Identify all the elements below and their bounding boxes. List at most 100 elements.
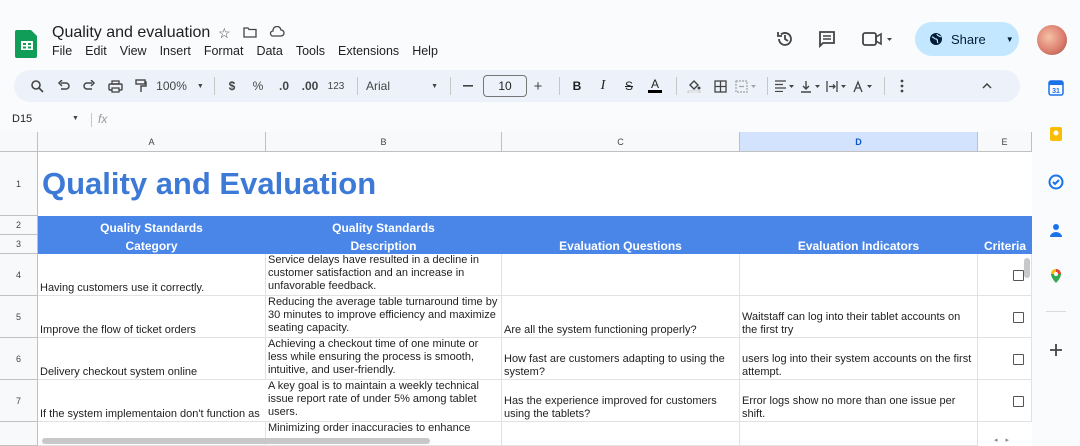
- format-percent-button[interactable]: %: [247, 74, 269, 98]
- cell-d7[interactable]: Error logs show no more than one issue p…: [740, 380, 978, 422]
- merge-cells-icon[interactable]: [735, 74, 757, 98]
- font-family-select[interactable]: Arial ▼: [364, 74, 440, 98]
- sheets-logo-icon[interactable]: [15, 28, 39, 58]
- scroll-arrows[interactable]: ◂▸: [994, 436, 1017, 444]
- cell-c4[interactable]: [502, 254, 740, 296]
- user-avatar[interactable]: [1037, 25, 1067, 55]
- cell-b7[interactable]: A key goal is to maintain a weekly techn…: [266, 380, 502, 422]
- comments-icon[interactable]: [817, 29, 837, 49]
- menu-help[interactable]: Help: [412, 44, 438, 58]
- format-currency-button[interactable]: $: [221, 74, 243, 98]
- menu-view[interactable]: View: [120, 44, 147, 58]
- italic-icon[interactable]: I: [592, 74, 614, 98]
- text-color-icon[interactable]: A: [644, 74, 666, 98]
- row-header-8[interactable]: [0, 422, 38, 446]
- sheet-title[interactable]: Quality and Evaluation: [42, 166, 376, 202]
- contacts-icon[interactable]: [1048, 222, 1064, 238]
- menu-insert[interactable]: Insert: [160, 44, 191, 58]
- vertical-align-icon[interactable]: [800, 74, 822, 98]
- print-icon[interactable]: [104, 74, 126, 98]
- cell-d8[interactable]: [740, 422, 978, 446]
- cell-d4[interactable]: [740, 254, 978, 296]
- row-header-5[interactable]: 5: [0, 296, 38, 338]
- row-header-7[interactable]: 7: [0, 380, 38, 422]
- calendar-icon[interactable]: 31: [1048, 80, 1064, 96]
- header-category[interactable]: Quality Standards Category: [38, 216, 266, 254]
- cell-c6[interactable]: How fast are customers adapting to using…: [502, 338, 740, 380]
- more-formats-button[interactable]: 123: [325, 74, 347, 98]
- formula-input[interactable]: [122, 112, 1002, 128]
- decrease-decimal-button[interactable]: .0: [273, 74, 295, 98]
- criteria-checkbox-row6[interactable]: [1013, 354, 1024, 365]
- search-menus-icon[interactable]: [26, 74, 48, 98]
- cell-d6[interactable]: users log into their system accounts on …: [740, 338, 978, 380]
- column-header-c[interactable]: C: [502, 132, 740, 152]
- cell-c5[interactable]: Are all the system functioning properly?: [502, 296, 740, 338]
- column-header-d[interactable]: D: [740, 132, 978, 152]
- row-header-3[interactable]: 3: [0, 235, 38, 254]
- redo-icon[interactable]: [78, 74, 100, 98]
- header-description[interactable]: Quality Standards Description: [266, 216, 502, 254]
- cloud-status-icon[interactable]: [269, 25, 285, 42]
- share-dropdown-icon[interactable]: ▼: [1006, 35, 1014, 44]
- row-header-1[interactable]: 1: [0, 152, 38, 216]
- menu-format[interactable]: Format: [204, 44, 244, 58]
- menu-edit[interactable]: Edit: [85, 44, 107, 58]
- menu-file[interactable]: File: [52, 44, 72, 58]
- menu-extensions[interactable]: Extensions: [338, 44, 399, 58]
- cell-a4[interactable]: Having customers use it correctly.: [38, 254, 266, 296]
- cell-a5[interactable]: Improve the flow of ticket orders: [38, 296, 266, 338]
- horizontal-align-icon[interactable]: [774, 74, 796, 98]
- share-button[interactable]: Share ▼: [915, 22, 1019, 56]
- header-criteria[interactable]: Criteria: [978, 216, 1032, 254]
- borders-icon[interactable]: [709, 74, 731, 98]
- tasks-icon[interactable]: [1048, 174, 1064, 190]
- cell-b5[interactable]: Reducing the average table turnaround ti…: [266, 296, 502, 338]
- menu-data[interactable]: Data: [256, 44, 282, 58]
- cell-a7[interactable]: If the system implementaion don't functi…: [38, 380, 266, 422]
- add-addon-icon[interactable]: [1048, 342, 1064, 358]
- move-folder-icon[interactable]: [242, 25, 257, 42]
- header-evaluation-indicators[interactable]: Evaluation Indicators: [740, 216, 978, 254]
- fill-color-icon[interactable]: [683, 74, 705, 98]
- decrease-font-size-button[interactable]: [457, 74, 479, 98]
- star-icon[interactable]: ☆: [218, 25, 231, 42]
- horizontal-scrollbar[interactable]: [42, 438, 430, 444]
- menu-tools[interactable]: Tools: [296, 44, 325, 58]
- spreadsheet-grid[interactable]: A B C D E 1 2 3 4 5 6 7 Quality and Eval…: [0, 132, 1032, 446]
- version-history-icon[interactable]: [775, 29, 795, 49]
- maps-icon[interactable]: [1048, 268, 1064, 284]
- cell-c7[interactable]: Has the experience improved for customer…: [502, 380, 740, 422]
- document-title[interactable]: Quality and evaluation: [52, 24, 210, 42]
- cell-d5[interactable]: Waitstaff can log into their tablet acco…: [740, 296, 978, 338]
- name-box-dropdown-icon[interactable]: ▼: [72, 115, 79, 122]
- select-all-corner[interactable]: [0, 132, 38, 152]
- meet-icon[interactable]: [862, 31, 892, 47]
- undo-icon[interactable]: [52, 74, 74, 98]
- cell-a6[interactable]: Delivery checkout system online: [38, 338, 266, 380]
- row-header-4[interactable]: 4: [0, 254, 38, 296]
- text-rotation-icon[interactable]: [852, 74, 874, 98]
- text-wrapping-icon[interactable]: [826, 74, 848, 98]
- cell-c8[interactable]: [502, 422, 740, 446]
- more-options-icon[interactable]: [891, 74, 913, 98]
- cell-b4[interactable]: Service delays have resulted in a declin…: [266, 254, 502, 296]
- criteria-checkbox-row5[interactable]: [1013, 312, 1024, 323]
- collapse-menus-icon[interactable]: [976, 74, 998, 98]
- criteria-checkbox-row7[interactable]: [1013, 396, 1024, 407]
- strikethrough-icon[interactable]: S: [618, 74, 640, 98]
- cell-b6[interactable]: Achieving a checkout time of one minute …: [266, 338, 502, 380]
- paint-format-icon[interactable]: [130, 74, 152, 98]
- name-box[interactable]: D15: [12, 113, 32, 125]
- column-header-e[interactable]: E: [978, 132, 1032, 152]
- increase-decimal-button[interactable]: .00: [299, 74, 321, 98]
- criteria-checkbox-row4[interactable]: [1013, 270, 1024, 281]
- keep-icon[interactable]: [1048, 126, 1064, 142]
- column-header-b[interactable]: B: [266, 132, 502, 152]
- vertical-scrollbar[interactable]: [1024, 258, 1030, 278]
- header-evaluation-questions[interactable]: Evaluation Questions: [502, 216, 740, 254]
- zoom-select[interactable]: 100% ▼: [156, 74, 204, 98]
- row-header-6[interactable]: 6: [0, 338, 38, 380]
- increase-font-size-button[interactable]: +: [527, 74, 549, 98]
- bold-icon[interactable]: B: [566, 74, 588, 98]
